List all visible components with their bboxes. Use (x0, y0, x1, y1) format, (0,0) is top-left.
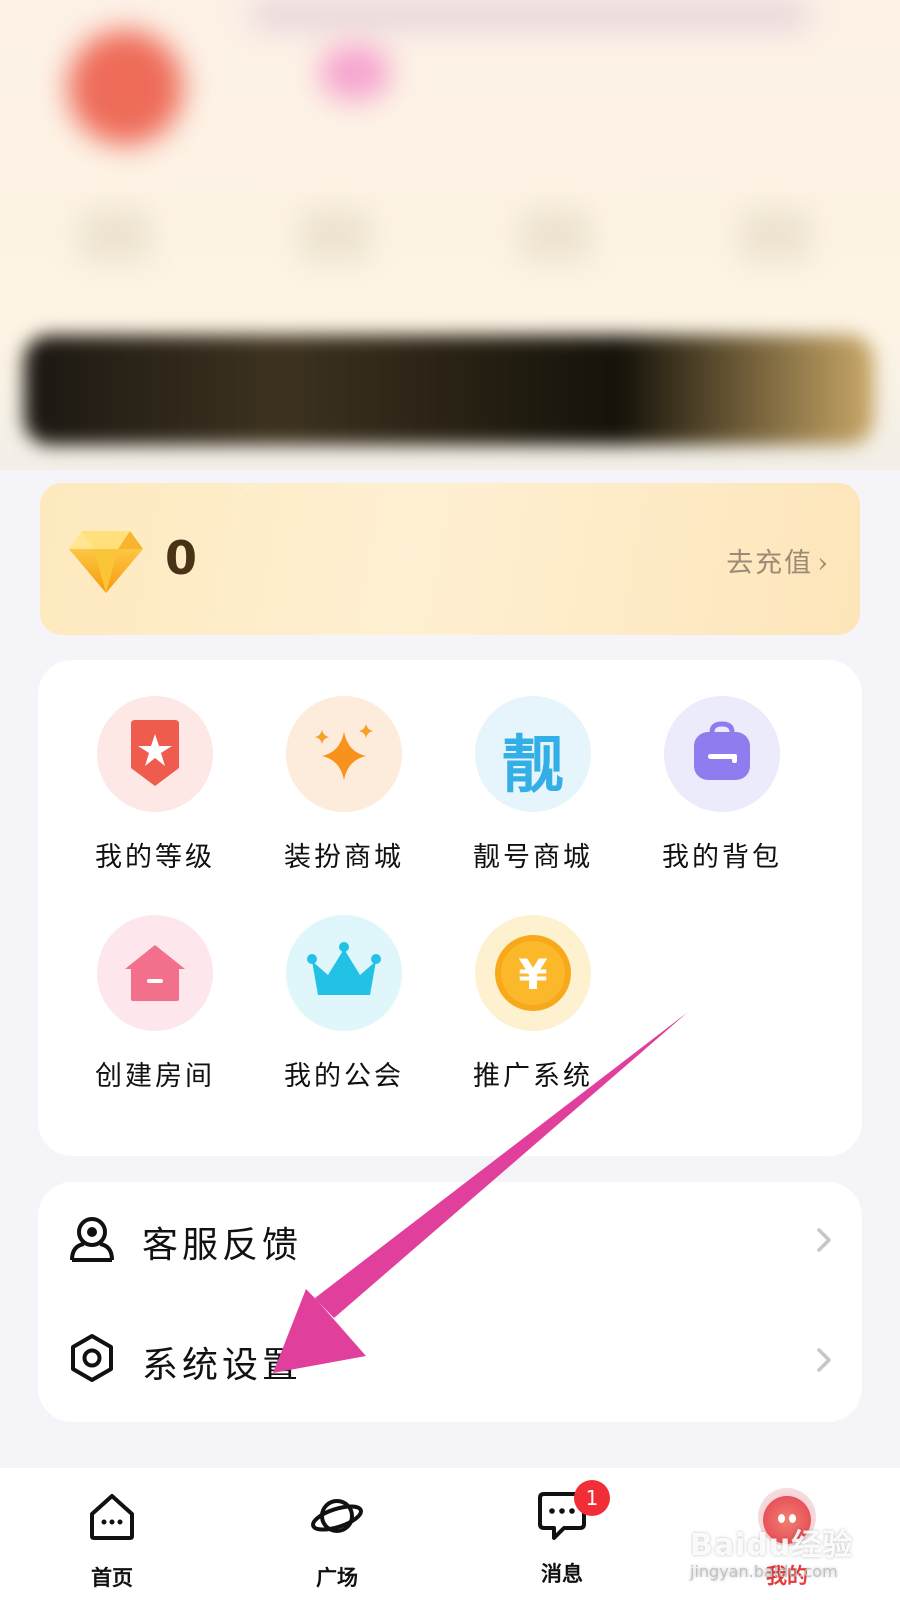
baidu-watermark: Baidu经验 jingyan.baidu.com (690, 1520, 853, 1581)
diamond-balance: 0 (165, 531, 198, 585)
planet-icon (311, 1499, 363, 1533)
feature-label: 创建房间 (95, 1061, 215, 1092)
tab-label: 首页 (91, 1565, 133, 1590)
profile-stat[interactable] (80, 210, 150, 260)
recharge-label: 去充值 (726, 548, 814, 579)
feature-label: 我的背包 (662, 842, 782, 873)
wallet-card[interactable]: 0 去充值 › (40, 483, 860, 635)
watermark-brand: Baidu经验 (690, 1528, 854, 1563)
yuan-glyph: ¥ (518, 950, 547, 999)
liang-glyph: 靓 (501, 728, 564, 801)
menu-label: 系统设置 (142, 1345, 303, 1386)
watermark-url: jingyan.baidu.com (690, 1562, 838, 1581)
profile-stat[interactable] (740, 210, 810, 260)
tab-label: 广场 (316, 1565, 358, 1590)
settings-hexagon-icon (71, 1334, 113, 1382)
tab-messages[interactable]: 1 消息 (502, 1480, 622, 1588)
feature-grid: 我的等级 装扮商城 靓 靓号商城 我的背包 创建房间 我的公会 ¥ 推广系统 (38, 660, 862, 1156)
profile-badge (320, 45, 390, 100)
feature-label: 靓号商城 (473, 842, 593, 873)
feature-pretty-number-mall[interactable]: 靓 靓号商城 (443, 696, 623, 874)
feature-promotion-system[interactable]: ¥ 推广系统 (443, 915, 623, 1093)
diamond-icon (69, 531, 143, 593)
vip-banner[interactable] (24, 335, 874, 445)
liang-icon: 靓 (475, 696, 591, 812)
feature-label: 装扮商城 (284, 842, 404, 873)
crown-icon (286, 915, 402, 1031)
chevron-right-icon (817, 1348, 831, 1372)
feature-my-backpack[interactable]: 我的背包 (632, 696, 812, 874)
backpack-icon (664, 696, 780, 812)
feature-my-guild[interactable]: 我的公会 (254, 915, 434, 1093)
customer-service-icon (70, 1217, 114, 1262)
menu-system-settings[interactable]: 系统设置 (38, 1302, 862, 1422)
unread-badge: 1 (574, 1480, 610, 1516)
profile-header (0, 0, 900, 470)
profile-stat[interactable] (300, 210, 370, 260)
menu-customer-feedback[interactable]: 客服反馈 (38, 1182, 862, 1302)
blurred-status-area (250, 0, 810, 30)
yuan-coin-icon: ¥ (475, 915, 591, 1031)
feature-create-room[interactable]: 创建房间 (65, 915, 245, 1093)
chevron-right-icon (817, 1228, 831, 1252)
tab-plaza[interactable]: 广场 (277, 1488, 397, 1592)
chevron-right-icon: › (817, 548, 830, 579)
feature-label: 推广系统 (473, 1061, 593, 1092)
message-icon: 1 (534, 1480, 610, 1544)
feature-label: 我的等级 (95, 842, 215, 873)
sparkle-icon (286, 696, 402, 812)
profile-avatar[interactable] (68, 30, 183, 145)
feature-label: 我的公会 (284, 1061, 404, 1092)
tab-label: 消息 (541, 1561, 583, 1586)
feature-my-level[interactable]: 我的等级 (65, 696, 245, 874)
level-badge-icon (97, 696, 213, 812)
menu-label: 客服反馈 (142, 1225, 303, 1266)
house-icon (97, 915, 213, 1031)
profile-stat[interactable] (520, 210, 590, 260)
recharge-button[interactable]: 去充值 › (726, 541, 830, 580)
tab-home[interactable]: 首页 (52, 1488, 172, 1592)
home-icon (90, 1494, 134, 1540)
settings-list: 客服反馈 系统设置 (38, 1182, 862, 1422)
feature-dress-up-mall[interactable]: 装扮商城 (254, 696, 434, 874)
